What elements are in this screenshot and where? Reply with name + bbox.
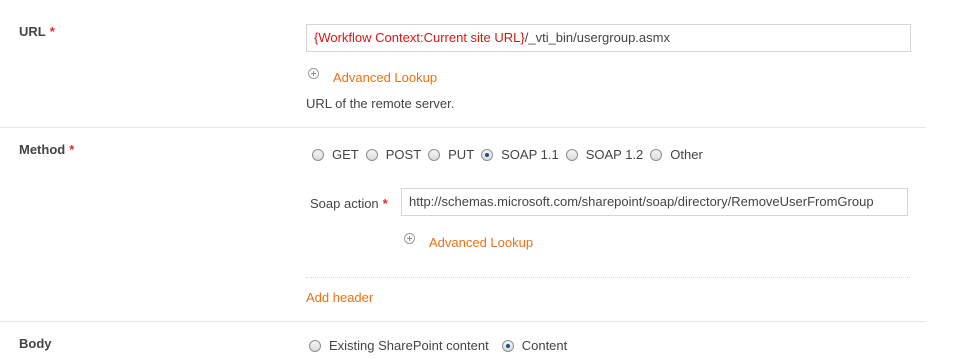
- body-option-content[interactable]: Content: [501, 338, 568, 353]
- method-option-other[interactable]: Other: [650, 147, 703, 162]
- url-input[interactable]: {Workflow Context:Current site URL}/_vti…: [306, 24, 911, 52]
- url-label: URL: [19, 24, 46, 39]
- soap-action-label: Soap action: [310, 196, 379, 211]
- soap-action-label-row: Soap action *: [310, 196, 388, 211]
- radio-unchecked-icon: [565, 148, 578, 161]
- method-option-label: SOAP 1.1: [501, 147, 559, 162]
- method-option-label: PUT: [448, 147, 475, 162]
- soap-action-advanced-lookup-link[interactable]: Advanced Lookup: [404, 233, 534, 250]
- radio-unchecked-icon: [365, 148, 378, 161]
- plus-circle-icon: [308, 68, 319, 79]
- required-marker: *: [382, 196, 388, 211]
- url-advanced-lookup-label: Advanced Lookup: [333, 70, 438, 85]
- soap-action-input[interactable]: http://schemas.microsoft.com/sharepoint/…: [401, 188, 908, 216]
- body-option-existing-sharepoint-content[interactable]: Existing SharePoint content: [309, 338, 489, 353]
- add-header-link[interactable]: Add header: [306, 290, 373, 305]
- method-option-label: POST: [385, 147, 422, 162]
- radio-checked-icon: [481, 148, 494, 161]
- method-option-label: Other: [670, 147, 703, 162]
- url-help-text: URL of the remote server.: [306, 96, 455, 111]
- radio-unchecked-icon: [312, 148, 324, 161]
- radio-unchecked-icon: [650, 148, 663, 161]
- plus-circle-icon: [404, 233, 415, 244]
- radio-unchecked-icon: [309, 339, 321, 352]
- url-advanced-lookup-link[interactable]: Advanced Lookup: [308, 68, 438, 85]
- method-option-put[interactable]: PUT: [428, 147, 474, 162]
- url-label-row: URL *: [19, 24, 55, 39]
- method-label: Method: [19, 142, 66, 157]
- workflow-action-form: URL * {Workflow Context:Current site URL}…: [0, 0, 956, 359]
- dotted-divider: [306, 277, 910, 278]
- radio-checked-icon: [501, 339, 514, 352]
- method-radio-group: GET POST PUT SOAP 1.1 SOAP 1.2 Other: [312, 147, 710, 162]
- body-option-label: Content: [521, 338, 568, 353]
- section-divider: [0, 127, 926, 128]
- method-option-get[interactable]: GET: [312, 147, 359, 162]
- method-option-label: SOAP 1.2: [585, 147, 644, 162]
- body-label: Body: [19, 336, 52, 351]
- url-workflow-token: {Workflow Context:Current site URL}: [314, 30, 525, 45]
- radio-unchecked-icon: [428, 148, 441, 161]
- method-option-label: GET: [332, 147, 359, 162]
- method-option-soap-1-2[interactable]: SOAP 1.2: [565, 147, 644, 162]
- soap-action-advanced-lookup-label: Advanced Lookup: [429, 235, 534, 250]
- body-radio-group: Existing SharePoint content Content: [309, 338, 574, 353]
- section-divider: [0, 321, 926, 322]
- method-label-row: Method *: [19, 142, 74, 157]
- method-option-soap-1-1[interactable]: SOAP 1.1: [481, 147, 559, 162]
- required-marker: *: [49, 24, 55, 39]
- required-marker: *: [69, 142, 75, 157]
- method-option-post[interactable]: POST: [365, 147, 422, 162]
- body-option-label: Existing SharePoint content: [329, 338, 489, 353]
- url-value-rest: /_vti_bin/usergroup.asmx: [524, 30, 670, 45]
